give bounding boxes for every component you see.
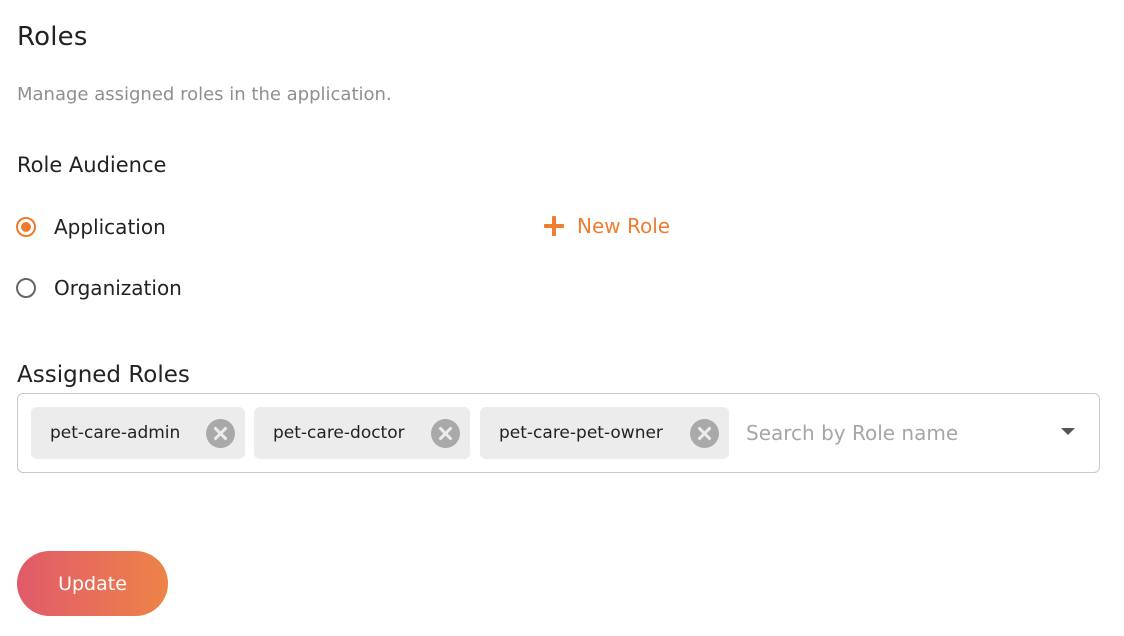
close-circle-icon[interactable] xyxy=(206,418,235,448)
new-role-button[interactable]: New Role xyxy=(544,214,670,238)
caret-down-icon[interactable] xyxy=(1061,428,1075,435)
assigned-roles-select[interactable]: pet-care-admin pet-care-doctor pet-care-… xyxy=(17,393,1100,473)
role-chip: pet-care-pet-owner xyxy=(480,407,729,459)
update-button[interactable]: Update xyxy=(17,551,168,616)
radio-application[interactable]: Application xyxy=(16,215,166,239)
assigned-roles-label: Assigned Roles xyxy=(17,362,190,388)
new-role-label: New Role xyxy=(577,214,671,238)
page-description: Manage assigned roles in the application… xyxy=(17,84,392,105)
close-circle-icon[interactable] xyxy=(431,418,460,448)
radio-organization-label: Organization xyxy=(54,276,182,300)
plus-icon xyxy=(544,216,564,236)
roles-settings-page: Roles Manage assigned roles in the appli… xyxy=(0,0,1124,636)
role-chip-label: pet-care-doctor xyxy=(273,423,405,443)
role-chip-label: pet-care-pet-owner xyxy=(499,423,663,443)
radio-unchecked-icon[interactable] xyxy=(16,278,36,298)
role-chip: pet-care-admin xyxy=(31,407,245,459)
radio-application-label: Application xyxy=(54,215,166,239)
role-search-input[interactable] xyxy=(746,414,1046,452)
radio-dot-icon xyxy=(21,222,31,232)
radio-checked-icon[interactable] xyxy=(16,217,36,237)
role-chip-label: pet-care-admin xyxy=(50,423,181,443)
role-audience-heading: Role Audience xyxy=(17,153,167,177)
close-circle-icon[interactable] xyxy=(690,418,719,448)
radio-organization[interactable]: Organization xyxy=(16,276,182,300)
role-chip: pet-care-doctor xyxy=(254,407,470,459)
page-title: Roles xyxy=(17,22,88,52)
